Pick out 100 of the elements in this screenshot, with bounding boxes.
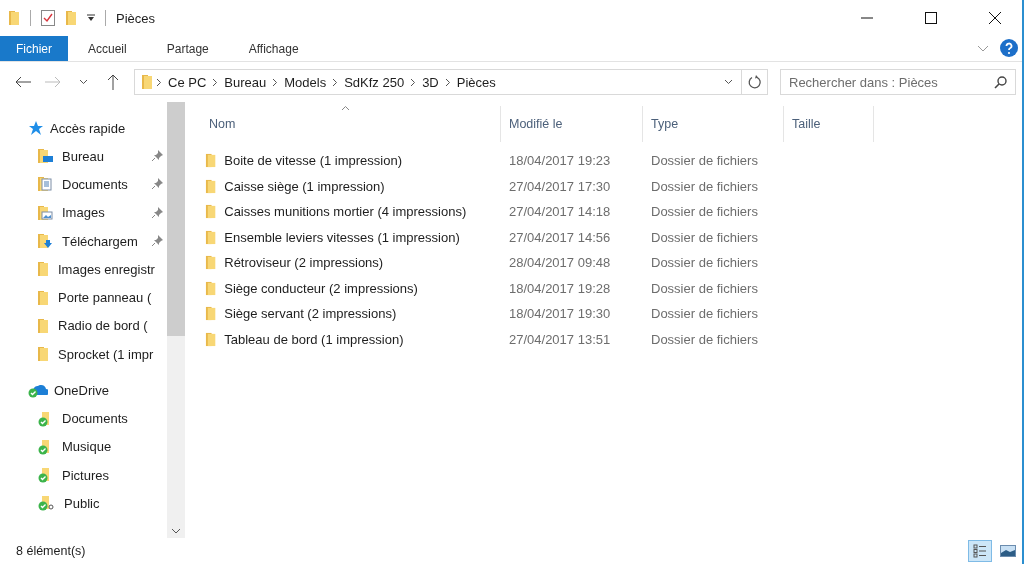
folder-icon <box>141 74 153 90</box>
caret-icon <box>723 79 733 85</box>
file-name[interactable]: Tableau de bord (1 impression) <box>201 331 501 347</box>
breadcrumb[interactable]: 3D <box>419 74 442 90</box>
chevron-icon <box>156 77 162 87</box>
file-type: Dossier de fichiers <box>650 306 759 322</box>
file-name[interactable]: Ensemble leviers vitesses (1 impression) <box>201 229 501 245</box>
sidebar-item[interactable]: Images enregistr <box>0 255 167 284</box>
caret-icon <box>78 79 88 85</box>
chevron-icon <box>212 77 219 87</box>
star-icon <box>28 120 44 136</box>
file-name[interactable]: Boite de vitesse (1 impression) <box>201 153 501 169</box>
file-name[interactable]: Siège servant (2 impressions) <box>201 306 501 322</box>
folder-icon <box>205 280 217 296</box>
folder-icon <box>38 317 50 334</box>
column-header[interactable]: Nom <box>201 106 501 142</box>
file-name[interactable]: Rétroviseur (2 impressions) <box>201 255 501 271</box>
scrollbar[interactable] <box>167 102 185 538</box>
folder-icon <box>38 289 50 306</box>
search-icon[interactable] <box>994 76 1007 89</box>
modified-date: 27/04/2017 13:51 <box>508 331 612 347</box>
details-view-icon <box>973 544 987 558</box>
view-button[interactable] <box>968 540 992 562</box>
forward-arrow-icon <box>45 76 61 88</box>
file-type: Dossier de fichiers <box>650 229 759 245</box>
folder-icon <box>205 306 217 322</box>
large-icons-view-icon <box>1000 545 1016 557</box>
item-count: 8 élément(s) <box>16 544 87 558</box>
up-arrow-icon <box>107 74 119 90</box>
back-arrow-icon <box>15 76 31 88</box>
chevron-icon <box>444 77 451 87</box>
properties-icon[interactable] <box>41 10 55 26</box>
minimize-icon <box>861 17 873 19</box>
sidebar-item[interactable]: Documents <box>0 404 167 433</box>
refresh-icon <box>747 75 762 89</box>
folder-icon <box>205 178 217 194</box>
help-icon <box>1000 39 1018 57</box>
sidebar-item[interactable]: Images <box>0 198 167 227</box>
chevron-icon <box>272 77 279 87</box>
breadcrumb[interactable]: Models <box>281 74 330 90</box>
breadcrumb[interactable]: Bureau <box>221 74 270 90</box>
folder-icon <box>205 204 217 220</box>
folder-icon <box>38 261 50 278</box>
column-header[interactable]: Type <box>643 106 784 142</box>
sidebar-item[interactable]: Public <box>0 489 167 518</box>
modified-date: 27/04/2017 14:18 <box>508 204 612 220</box>
close-icon <box>989 12 1001 24</box>
breadcrumb[interactable]: Pièces <box>453 74 499 90</box>
folder-icon <box>205 153 217 169</box>
folder-icon <box>205 255 217 271</box>
sidebar-item[interactable]: Pictures <box>0 460 167 490</box>
desktop-folder-icon <box>38 148 54 165</box>
modified-date: 18/04/2017 19:23 <box>508 153 612 169</box>
sidebar-item[interactable]: Porte panneau ( <box>0 283 167 312</box>
modified-date: 28/04/2017 09:48 <box>508 255 612 271</box>
download-folder-icon <box>38 233 54 250</box>
chevron-icon <box>410 77 417 87</box>
folder-icon <box>65 10 77 26</box>
folder-icon <box>205 229 217 245</box>
address-bar[interactable]: Ce PC Bureau Models SdKfz 250 3D Pièces <box>134 69 768 95</box>
modified-date: 18/04/2017 19:28 <box>508 280 612 296</box>
column-header[interactable]: Taille <box>784 106 874 142</box>
file-type: Dossier de fichiers <box>650 255 759 271</box>
cloud-icon <box>28 382 48 399</box>
file-name[interactable]: Caisses munitions mortier (4 impressions) <box>201 204 501 220</box>
breadcrumb[interactable]: SdKfz 250 <box>341 74 408 90</box>
ribbon-tab[interactable]: Partage <box>146 36 229 61</box>
sidebar-group[interactable]: Accès rapide <box>0 114 126 142</box>
document-folder-icon <box>38 176 54 193</box>
dropdown-icon[interactable] <box>87 14 95 22</box>
sidebar-item[interactable]: Radio de bord ( <box>0 311 167 341</box>
modified-date: 27/04/2017 14:56 <box>508 229 612 245</box>
file-type: Dossier de fichiers <box>650 204 759 220</box>
ribbon-tab[interactable]: Accueil <box>68 36 147 61</box>
file-type: Dossier de fichiers <box>650 153 759 169</box>
file-type: Dossier de fichiers <box>650 178 759 194</box>
column-header[interactable]: Modifié le <box>501 106 643 142</box>
ribbon-tab[interactable]: Affichage <box>228 36 319 61</box>
sidebar-item[interactable]: Musique <box>0 432 167 461</box>
search-field[interactable]: Rechercher dans : Pièces <box>780 69 1016 95</box>
folder-icon <box>205 331 217 347</box>
shared-folder-icon <box>38 495 56 512</box>
window-title: Pièces <box>116 10 157 26</box>
folder-icon <box>8 10 20 26</box>
breadcrumb[interactable]: Ce PC <box>165 74 210 90</box>
sidebar-item[interactable]: Sprocket (1 impr <box>0 340 167 369</box>
ribbon-tab[interactable]: Fichier <box>0 36 68 61</box>
file-type: Dossier de fichiers <box>650 280 759 296</box>
sidebar-item[interactable]: Téléchargem <box>0 226 167 256</box>
modified-date: 27/04/2017 17:30 <box>508 178 612 194</box>
modified-date: 18/04/2017 19:30 <box>508 306 612 322</box>
sidebar-group[interactable]: OneDrive <box>0 376 109 405</box>
file-type: Dossier de fichiers <box>650 331 759 347</box>
file-name[interactable]: Caisse siège (1 impression) <box>201 178 501 194</box>
sidebar-item[interactable]: Documents <box>0 170 167 199</box>
sidebar-item[interactable]: Bureau <box>0 142 167 171</box>
chevron-icon <box>332 77 339 87</box>
image-folder-icon <box>38 204 54 221</box>
file-name[interactable]: Siège conducteur (2 impressions) <box>201 280 501 296</box>
maximize-icon <box>925 12 937 24</box>
